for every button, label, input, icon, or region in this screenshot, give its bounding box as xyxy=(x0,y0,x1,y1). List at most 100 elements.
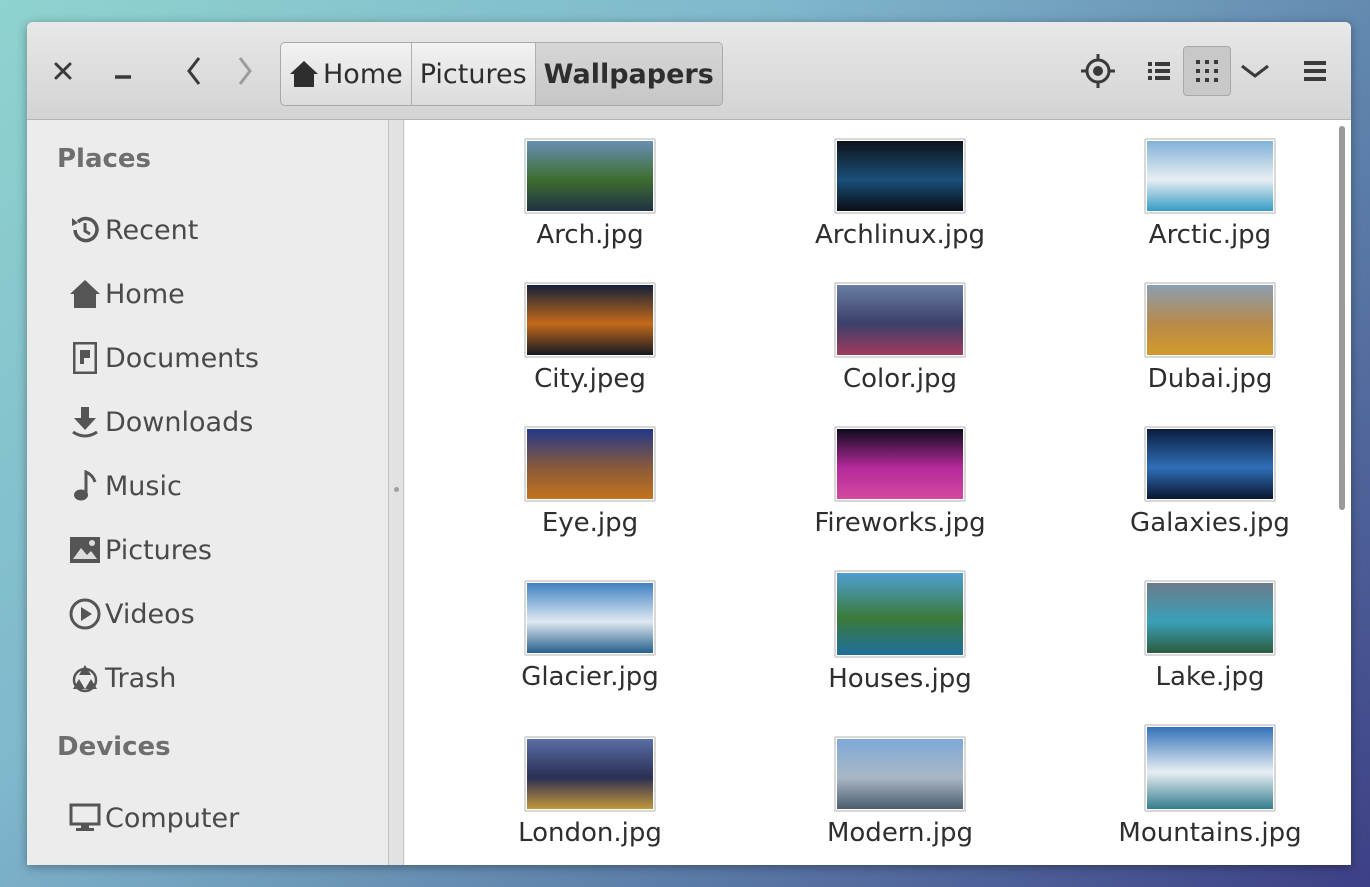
grid-view-icon xyxy=(1196,60,1218,82)
file-name: London.jpg xyxy=(518,818,662,848)
file-thumbnail xyxy=(834,570,966,658)
chevron-down-icon xyxy=(1241,64,1269,78)
play-icon xyxy=(69,598,101,630)
file-item[interactable]: Glacier.jpg xyxy=(450,580,730,692)
recycle-icon xyxy=(72,665,98,693)
recent-icon xyxy=(72,216,99,243)
breadcrumb-home-label: Home xyxy=(323,58,403,90)
minimize-button[interactable] xyxy=(101,46,145,96)
file-thumbnail xyxy=(1144,426,1276,502)
file-item[interactable]: Mountains.jpg xyxy=(1070,724,1350,848)
file-thumbnail xyxy=(524,426,656,502)
breadcrumb-pictures[interactable]: Pictures xyxy=(412,43,536,105)
sidebar-item-music[interactable]: Music xyxy=(67,464,182,508)
list-view-icon xyxy=(1148,62,1170,80)
sidebar-item-label: Trash xyxy=(105,662,177,694)
file-thumbnail xyxy=(834,138,966,214)
file-item[interactable]: Galaxies.jpg xyxy=(1070,426,1350,538)
sidebar-item-label: Computer xyxy=(105,802,240,834)
file-thumbnail xyxy=(1144,282,1276,358)
breadcrumb: Home Pictures Wallpapers xyxy=(280,42,723,106)
file-thumbnail xyxy=(524,282,656,358)
close-button[interactable] xyxy=(41,46,85,96)
view-options-button[interactable] xyxy=(1233,46,1277,96)
file-grid: Arch.jpg Archlinux.jpg Arctic.jpg City.j… xyxy=(405,120,1351,865)
music-note-icon xyxy=(74,470,97,501)
sidebar-item-recent[interactable]: Recent xyxy=(67,208,198,252)
file-thumbnail xyxy=(1144,138,1276,214)
chevron-left-icon xyxy=(187,57,201,85)
forward-button[interactable] xyxy=(223,46,267,96)
menu-button[interactable] xyxy=(1293,46,1337,96)
file-item[interactable]: Houses.jpg xyxy=(760,570,1040,694)
file-item[interactable]: Archlinux.jpg xyxy=(760,138,1040,250)
file-name: Glacier.jpg xyxy=(521,662,659,692)
breadcrumb-home[interactable]: Home xyxy=(281,43,412,105)
file-item[interactable]: Dubai.jpg xyxy=(1070,282,1350,394)
file-name: Fireworks.jpg xyxy=(814,508,986,538)
sidebar-item-trash[interactable]: Trash xyxy=(67,656,176,700)
sidebar-item-label: Home xyxy=(105,278,185,310)
file-thumbnail xyxy=(834,736,966,812)
file-thumbnail xyxy=(834,426,966,502)
minimize-icon xyxy=(115,75,131,79)
file-item[interactable]: Color.jpg xyxy=(760,282,1040,394)
sidebar-item-label: Downloads xyxy=(105,406,254,438)
crosshair-icon xyxy=(1081,54,1115,88)
places-heading: Places xyxy=(57,144,152,174)
breadcrumb-pictures-label: Pictures xyxy=(419,58,527,90)
file-name: Arctic.jpg xyxy=(1148,220,1272,250)
devices-heading: Devices xyxy=(57,732,171,762)
download-icon xyxy=(72,407,98,438)
document-icon xyxy=(73,342,97,374)
file-thumbnail xyxy=(1144,580,1276,656)
file-name: Dubai.jpg xyxy=(1147,364,1273,394)
picture-icon xyxy=(70,537,100,563)
grid-view-button[interactable] xyxy=(1183,46,1231,96)
file-item[interactable]: City.jpeg xyxy=(450,282,730,394)
sidebar-item-label: Videos xyxy=(105,598,195,630)
sidebar-item-label: Pictures xyxy=(105,534,212,566)
computer-icon xyxy=(69,803,101,831)
file-name: Modern.jpg xyxy=(826,818,974,848)
header-bar: Home Pictures Wallpapers xyxy=(27,22,1351,120)
breadcrumb-wallpapers[interactable]: Wallpapers xyxy=(535,43,722,105)
sidebar-item-home[interactable]: Home xyxy=(67,272,185,316)
sidebar-item-label: Recent xyxy=(105,214,199,246)
file-thumbnail xyxy=(524,736,656,812)
file-name: City.jpeg xyxy=(534,364,646,394)
file-thumbnail xyxy=(834,282,966,358)
file-item[interactable]: Arch.jpg xyxy=(450,138,730,250)
hamburger-menu-icon xyxy=(1304,61,1326,81)
file-name: Color.jpg xyxy=(843,364,957,394)
sidebar: Places Recent Home Documents Downloads M… xyxy=(27,120,389,865)
file-thumbnail xyxy=(524,138,656,214)
breadcrumb-wallpapers-label: Wallpapers xyxy=(543,58,714,90)
file-item[interactable]: Arctic.jpg xyxy=(1070,138,1350,250)
handle-grip xyxy=(394,487,399,492)
sidebar-item-computer[interactable]: Computer xyxy=(67,796,239,840)
file-name: Mountains.jpg xyxy=(1118,818,1302,848)
sidebar-item-documents[interactable]: Documents xyxy=(67,336,259,380)
chevron-right-icon xyxy=(238,57,252,85)
sidebar-item-pictures[interactable]: Pictures xyxy=(67,528,212,572)
file-name: Eye.jpg xyxy=(541,508,639,538)
file-item[interactable]: Lake.jpg xyxy=(1070,580,1350,692)
file-item[interactable]: Fireworks.jpg xyxy=(760,426,1040,538)
sidebar-item-label: Documents xyxy=(105,342,259,374)
back-button[interactable] xyxy=(172,46,216,96)
file-thumbnail xyxy=(524,580,656,656)
home-icon xyxy=(290,61,318,87)
close-icon xyxy=(54,62,72,80)
file-name: Archlinux.jpg xyxy=(815,220,985,250)
sidebar-item-downloads[interactable]: Downloads xyxy=(67,400,253,444)
home-icon xyxy=(70,280,100,308)
location-button[interactable] xyxy=(1076,46,1120,96)
list-view-button[interactable] xyxy=(1137,46,1181,96)
sidebar-item-videos[interactable]: Videos xyxy=(67,592,195,636)
file-item[interactable]: Modern.jpg xyxy=(760,736,1040,848)
file-name: Lake.jpg xyxy=(1155,662,1265,692)
file-item[interactable]: London.jpg xyxy=(450,736,730,848)
file-item[interactable]: Eye.jpg xyxy=(450,426,730,538)
sidebar-resize-handle[interactable] xyxy=(389,120,404,865)
